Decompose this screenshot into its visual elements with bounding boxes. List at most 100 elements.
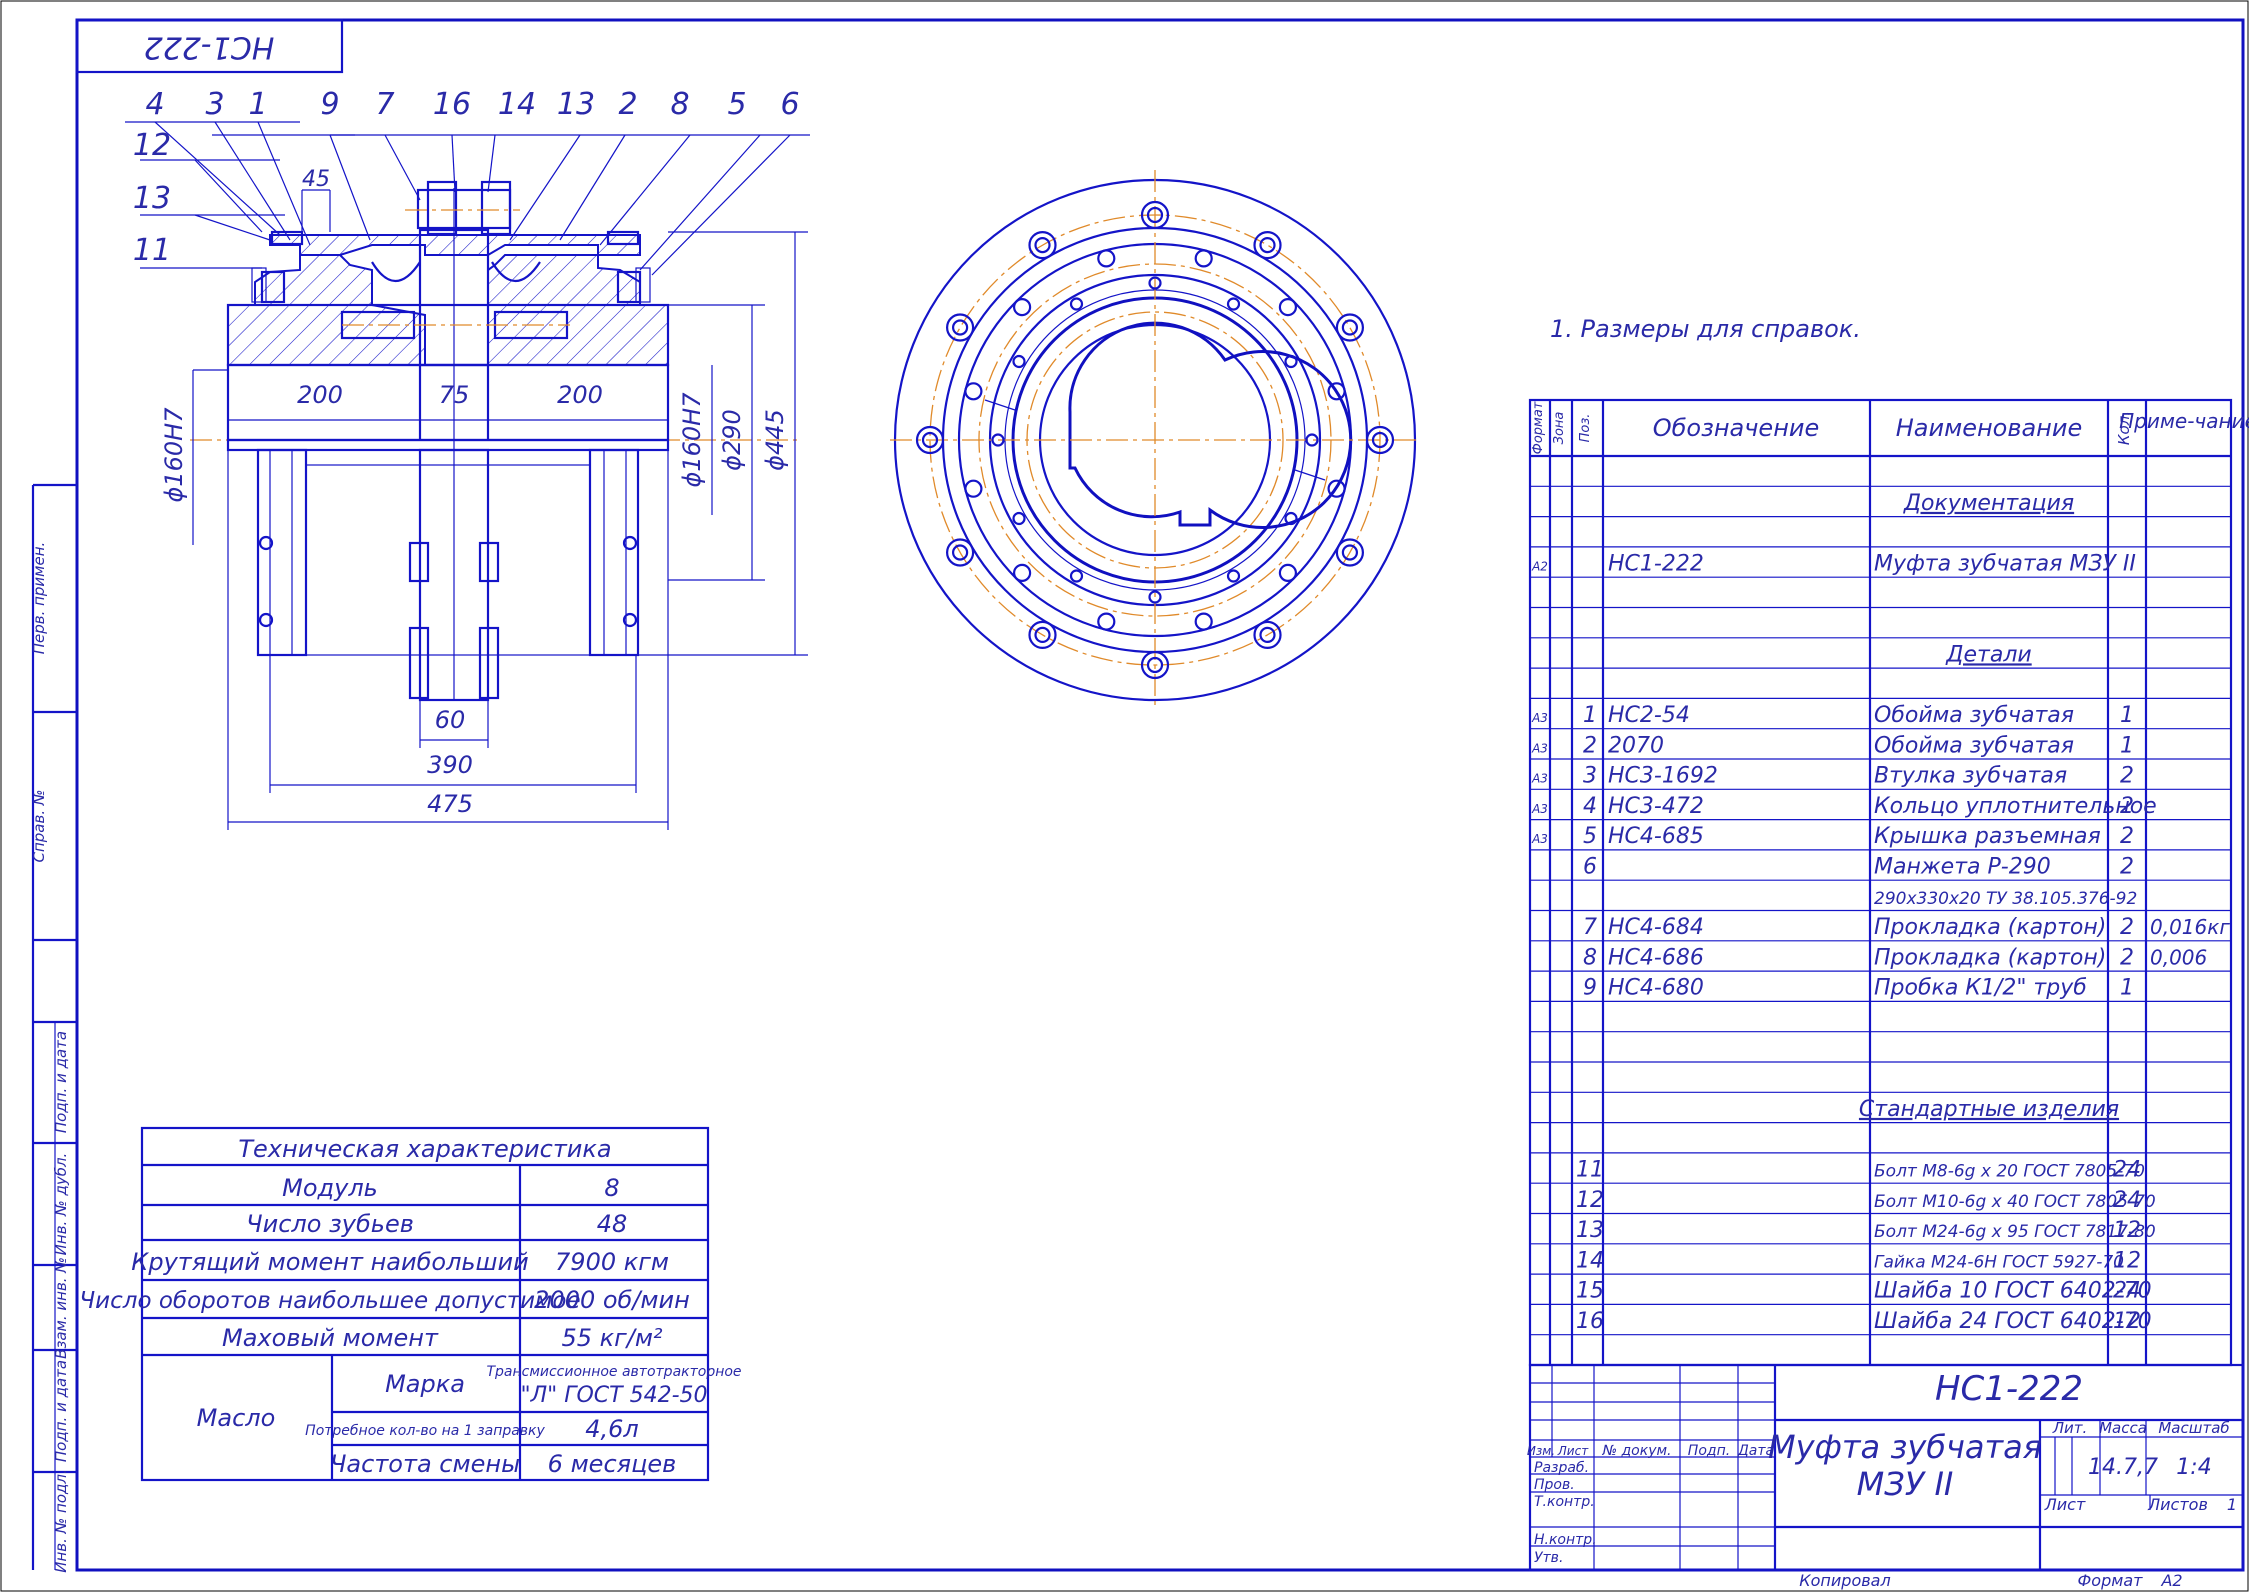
callout-13: 13 xyxy=(557,87,595,122)
sleeve-bolt-hole xyxy=(1226,569,1241,583)
sheets-label: Листов xyxy=(2147,1495,2208,1514)
spec-cell-pos: 7 xyxy=(1583,915,1597,940)
margin-label: Инв. № подл. xyxy=(52,1469,70,1572)
oil-mark-value-2: "Л" ГОСТ 542-50 xyxy=(520,1383,707,1408)
spec-cell-qty: 2 xyxy=(2120,855,2134,880)
spec-cell-designation: НС4-680 xyxy=(1608,976,1704,1001)
dim-200-right: 200 xyxy=(557,381,603,409)
copied-label: Копировал xyxy=(1799,1571,1890,1590)
spec-header-format: Формат xyxy=(1531,401,1546,454)
spec-cell-pos: 4 xyxy=(1583,794,1597,819)
spec-cell-pos: 6 xyxy=(1583,855,1597,880)
tech-row-label: Маховый момент xyxy=(222,1324,439,1352)
spec-cell-format: А3 xyxy=(1531,832,1548,846)
spec-cell-pos: 3 xyxy=(1583,764,1597,789)
spec-cell-pos: 15 xyxy=(1576,1279,1604,1304)
callout-3: 3 xyxy=(205,87,224,122)
spec-cell-qty: 12 xyxy=(2113,1309,2141,1334)
spec-cell-qty: 24 xyxy=(2113,1158,2141,1183)
cover-bolt-hole xyxy=(964,382,983,401)
title-name-line2: МЗУ II xyxy=(1857,1465,1954,1503)
cover-bolt-hole xyxy=(1097,612,1116,631)
role-utv: Утв. xyxy=(1534,1550,1563,1566)
dim-60: 60 xyxy=(435,706,466,734)
col-doc: № докум. xyxy=(1601,1443,1671,1459)
col-sign: Подп. xyxy=(1688,1443,1730,1459)
oil-mark-value-1: Трансмиссионное автотракторное xyxy=(486,1364,741,1380)
spec-cell-name: Обойма зубчатая xyxy=(1874,703,2074,728)
margin-label: Подп. и дата xyxy=(52,1360,70,1462)
sleeve-bolt-hole xyxy=(1012,511,1026,526)
spec-header-zone: Зона xyxy=(1552,412,1567,445)
spec-cell-note: 0,006 xyxy=(2150,945,2207,969)
top-stamp-code: НС1-222 xyxy=(144,30,275,65)
spec-cell-designation: НС4-685 xyxy=(1608,824,1704,849)
oil-freq-label: Частота смены xyxy=(330,1450,520,1478)
spec-cell-name: Втулка зубчатая xyxy=(1874,764,2067,789)
spec-cell-qty: 2 xyxy=(2120,764,2134,789)
top-stamp: НС1-222 xyxy=(75,18,344,74)
spec-cell-name: Шайба 10 ГОСТ 6402-70 xyxy=(1874,1279,2152,1304)
spec-cell-designation: НС3-472 xyxy=(1608,794,1704,819)
specification-table: Формат Зона Поз. Обозначение Наименовани… xyxy=(1528,398,2249,1367)
margin-label: Подп. и дата xyxy=(52,1031,70,1133)
dim-290: ϕ290 xyxy=(718,409,746,471)
dim-45: 45 xyxy=(302,167,330,192)
spec-cell-qty: 12 xyxy=(2113,1248,2141,1273)
spec-cell-qty: 24 xyxy=(2113,1279,2141,1304)
spec-cell-name: Прокладка (картон) xyxy=(1874,945,2106,970)
sheets-count: 1 xyxy=(2227,1495,2237,1514)
drawing-sheet: НС1-222 Перв. примен. Справ. № Подп. и дат… xyxy=(0,0,2249,1592)
tech-row-label: Модуль xyxy=(282,1174,378,1202)
sheet-label: Лист xyxy=(2044,1495,2086,1514)
spec-cell-pos: 1 xyxy=(1583,703,1597,728)
margin-label: Справ. № xyxy=(30,790,48,863)
sleeve-bolt-hole xyxy=(1226,297,1241,311)
title-name-line1: Муфта зубчатая xyxy=(1768,1428,2042,1466)
spec-cell-designation: 2070 xyxy=(1608,733,1664,758)
tech-table-title: Техническая характеристика xyxy=(238,1135,611,1163)
left-margin-strip: Перв. примен. Справ. № Подп. и дата Инв. № … xyxy=(30,483,77,1573)
col-list: Лист xyxy=(1557,1444,1589,1458)
dim-bore-left: ϕ160H7 xyxy=(160,407,188,503)
tech-row-value: 2000 об/мин xyxy=(534,1286,690,1314)
spec-cell-pos: 14 xyxy=(1576,1248,1604,1273)
spec-cell-name: Гайка М24-6Н ГОСТ 5927-70 xyxy=(1874,1252,2124,1272)
format-value: А2 xyxy=(2160,1571,2182,1590)
spec-cell-pos: 11 xyxy=(1576,1158,1604,1183)
flange-bolt-inner xyxy=(1341,319,1359,336)
spec-cell-format: А3 xyxy=(1531,772,1548,786)
col-izm: Изм. xyxy=(1527,1444,1555,1458)
title-block: НС1-222 Муфта зубчатая МЗУ II Лит. Масса… xyxy=(1527,1363,2245,1590)
margin-label: Взам. инв. № xyxy=(52,1257,70,1359)
callout-5: 5 xyxy=(727,87,746,122)
mass-value: 14.7,7 xyxy=(2088,1455,2158,1480)
oil-mark-label: Марка xyxy=(385,1370,465,1398)
oil-qty-label: Потребное кол-во на 1 заправку xyxy=(305,1423,545,1439)
dim-200-left: 200 xyxy=(297,381,343,409)
spec-cell-designation: НС1-222 xyxy=(1608,552,1704,577)
dim-445: ϕ445 xyxy=(761,409,789,471)
spec-cell-pos: 5 xyxy=(1583,824,1597,849)
spec-cell-designation: НС3-1692 xyxy=(1608,764,1718,789)
role-nkontr: Н.контр. xyxy=(1534,1532,1597,1548)
flange-bolt-inner xyxy=(951,319,969,336)
spec-cell-pos: 9 xyxy=(1583,976,1597,1001)
cover-bolt-hole xyxy=(964,479,983,498)
col-date: Дата xyxy=(1737,1443,1774,1459)
flange-bolt-hole xyxy=(1335,313,1365,342)
spec-cell-name: Прокладка (картон) xyxy=(1874,915,2106,940)
tech-row-label: Крутящий момент наибольший xyxy=(131,1248,528,1276)
spec-header-name: Наименование xyxy=(1896,414,2083,442)
spec-cell-name: Кольцо уплотнительное xyxy=(1874,794,2157,819)
spec-cell-name: Обойма зубчатая xyxy=(1874,733,2074,758)
tech-row-value: 7900 кгм xyxy=(555,1248,669,1276)
callout-13b: 13 xyxy=(133,181,171,216)
side-view xyxy=(890,170,1420,710)
role-tkontr: Т.контр. xyxy=(1534,1494,1595,1510)
spec-cell-qty: 2 xyxy=(2120,794,2134,819)
callout-7: 7 xyxy=(375,87,394,122)
tech-row-value: 48 xyxy=(597,1210,628,1238)
spec-cell-pos: 13 xyxy=(1576,1218,1604,1243)
spec-cell-name: 290х330х20 ТУ 38.105.376-92 xyxy=(1874,889,2137,909)
